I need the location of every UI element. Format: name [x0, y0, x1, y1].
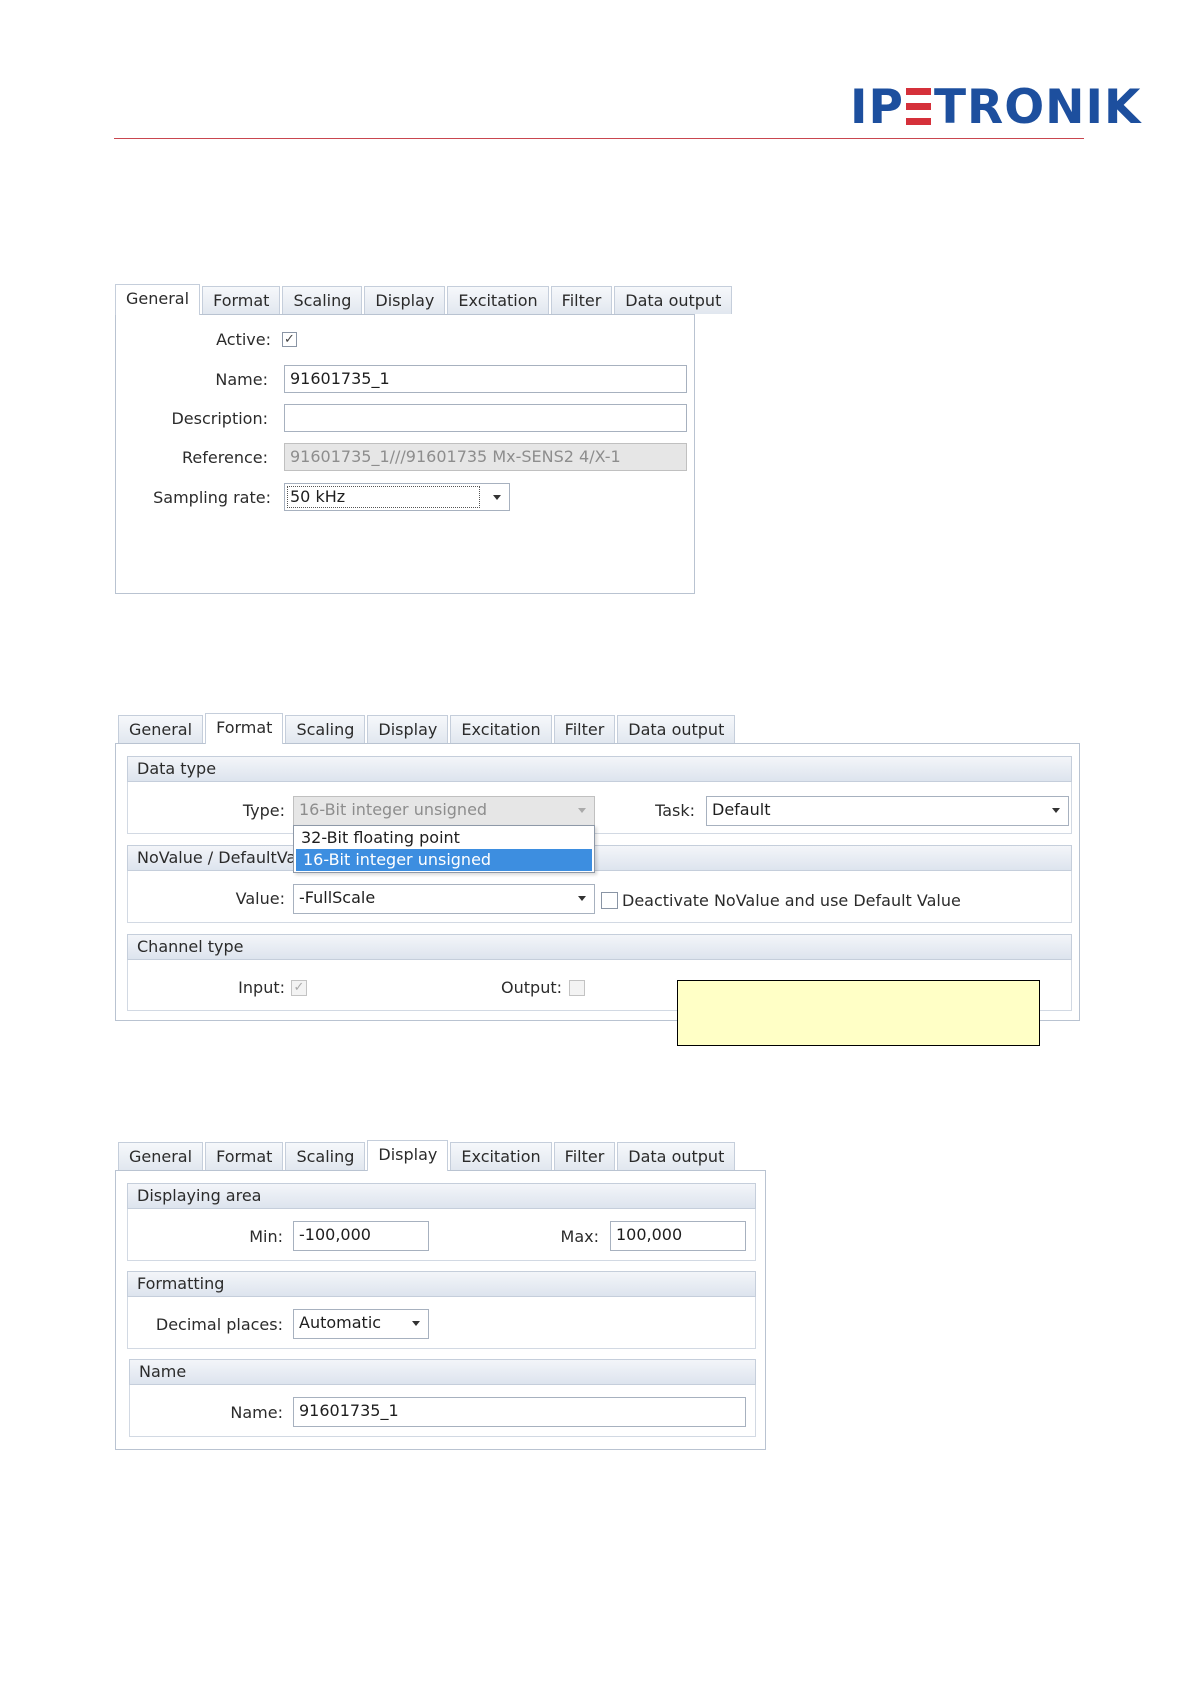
tab-strip-general-panel: General Format Scaling Display Excitatio…: [115, 284, 734, 315]
output-label: Output:: [501, 978, 562, 997]
reference-label: Reference:: [182, 448, 268, 467]
output-checkbox: [569, 980, 585, 996]
decimal-places-value: Automatic: [299, 1313, 382, 1332]
tab-filter[interactable]: Filter: [553, 1142, 616, 1170]
tab-format[interactable]: Format: [202, 286, 281, 314]
decimal-places-dropdown[interactable]: Automatic: [293, 1309, 429, 1339]
value-value: -FullScale: [299, 888, 376, 907]
input-checkbox: ✓: [291, 980, 307, 996]
formatting-group-header: Formatting: [127, 1271, 756, 1297]
chevron-down-icon: [1052, 808, 1060, 813]
tab-format[interactable]: Format: [205, 713, 284, 744]
displaying-area-group-header: Displaying area: [127, 1183, 756, 1209]
name-field[interactable]: 91601735_1: [284, 365, 687, 393]
reference-field: 91601735_1///91601735 Mx-SENS2 4/X-1: [284, 443, 687, 471]
type-dropdown-list: 32-Bit floating point 16-Bit integer uns…: [293, 825, 595, 873]
tab-excitation[interactable]: Excitation: [450, 715, 552, 743]
tab-display[interactable]: Display: [364, 286, 446, 314]
tab-strip-display-panel: General Format Scaling Display Excitatio…: [118, 1140, 737, 1171]
type-option-float[interactable]: 32-Bit floating point: [294, 827, 594, 849]
tab-excitation[interactable]: Excitation: [450, 1142, 552, 1170]
tab-scaling[interactable]: Scaling: [285, 715, 366, 743]
max-label: Max:: [560, 1227, 599, 1246]
ipetronik-logo: IP TRONIK: [850, 82, 1141, 134]
active-checkbox[interactable]: ✓: [282, 332, 297, 347]
channel-type-group-header: Channel type: [127, 934, 1072, 960]
decimal-places-label: Decimal places:: [155, 1315, 283, 1334]
sampling-rate-dropdown[interactable]: 50 kHz: [284, 483, 510, 511]
chevron-down-icon: [578, 896, 586, 901]
tab-display[interactable]: Display: [367, 715, 449, 743]
tab-filter[interactable]: Filter: [553, 715, 616, 743]
display-name-label: Name:: [230, 1403, 283, 1422]
active-label: Active:: [216, 330, 271, 349]
deactivate-novalue-checkbox[interactable]: [601, 892, 618, 909]
tab-data-output[interactable]: Data output: [617, 715, 736, 743]
tab-excitation[interactable]: Excitation: [447, 286, 549, 314]
value-label: Value:: [235, 889, 285, 908]
deactivate-novalue-label: Deactivate NoValue and use Default Value: [622, 891, 961, 910]
input-label: Input:: [238, 978, 285, 997]
tab-general[interactable]: General: [115, 284, 201, 315]
tab-display[interactable]: Display: [367, 1140, 449, 1171]
name-group-header: Name: [129, 1359, 756, 1385]
logo-e-bars-icon: [905, 86, 931, 126]
header-divider: [114, 138, 1084, 139]
data-type-group-header: Data type: [127, 756, 1072, 782]
type-value: 16-Bit integer unsigned: [299, 800, 488, 819]
chevron-down-icon: [493, 495, 501, 500]
logo-text-left: IP: [850, 80, 904, 135]
note-box: [677, 980, 1040, 1046]
type-option-uint16[interactable]: 16-Bit integer unsigned: [296, 849, 592, 871]
type-dropdown[interactable]: 16-Bit integer unsigned: [293, 796, 595, 826]
chevron-down-icon: [412, 1321, 420, 1326]
description-label: Description:: [171, 409, 268, 428]
name-label: Name:: [215, 370, 268, 389]
tab-filter[interactable]: Filter: [550, 286, 613, 314]
min-field[interactable]: -100,000: [293, 1221, 429, 1251]
min-label: Min:: [249, 1227, 283, 1246]
max-field[interactable]: 100,000: [610, 1221, 746, 1251]
task-dropdown[interactable]: Default: [706, 796, 1069, 826]
task-label: Task:: [655, 801, 695, 820]
novalue-group-header: NoValue / DefaultValu: [127, 845, 1072, 871]
sampling-rate-value: 50 kHz: [287, 486, 480, 508]
task-value: Default: [712, 800, 771, 819]
tab-format[interactable]: Format: [205, 1142, 284, 1170]
tab-data-output[interactable]: Data output: [614, 286, 733, 314]
tab-strip-format-panel: General Format Scaling Display Excitatio…: [118, 713, 737, 744]
tab-scaling[interactable]: Scaling: [285, 1142, 366, 1170]
description-field[interactable]: [284, 404, 687, 432]
logo-text-right: TRONIK: [933, 80, 1142, 135]
sampling-rate-label: Sampling rate:: [153, 488, 271, 507]
tab-scaling[interactable]: Scaling: [282, 286, 363, 314]
tab-data-output[interactable]: Data output: [617, 1142, 736, 1170]
chevron-down-icon: [578, 808, 586, 813]
tab-general[interactable]: General: [118, 1142, 204, 1170]
type-label: Type:: [242, 801, 285, 820]
value-dropdown[interactable]: -FullScale: [293, 884, 595, 914]
display-name-field[interactable]: 91601735_1: [293, 1397, 746, 1427]
tab-general[interactable]: General: [118, 715, 204, 743]
